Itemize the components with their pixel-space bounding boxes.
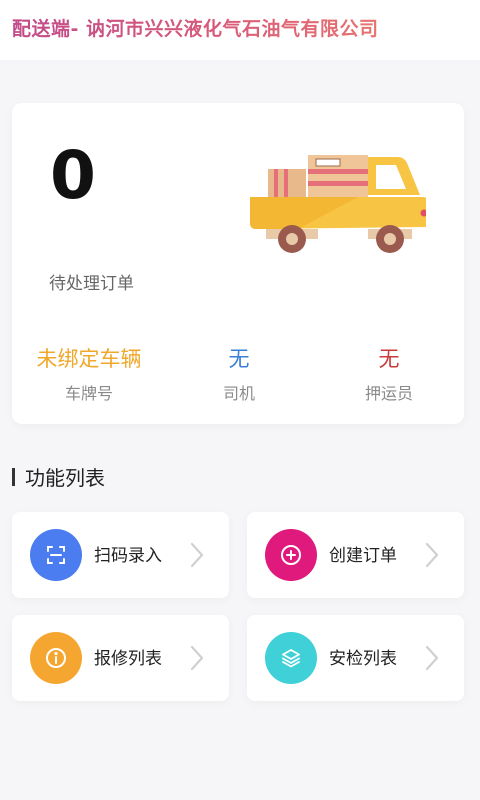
driver-label: 司机 xyxy=(222,384,255,404)
scan-entry-label: 扫码录入 xyxy=(94,546,162,566)
repair-list-label: 报修列表 xyxy=(94,649,162,669)
safety-inspection-list-tile[interactable]: 安检列表 xyxy=(247,615,464,701)
pending-order-label: 待处理订单 xyxy=(49,274,134,294)
app-header: 配送端- 讷河市兴兴液化气石油气有限公司 xyxy=(0,0,480,60)
chevron-right-icon xyxy=(425,542,439,568)
plus-circle-icon xyxy=(265,529,317,581)
create-order-tile[interactable]: 创建订单 xyxy=(247,512,464,598)
chevron-right-icon xyxy=(425,645,439,671)
vehicle-stat: 未绑定车辆 车牌号 xyxy=(14,347,164,404)
truck-illustration xyxy=(250,155,426,253)
summary-card: 0 待处理订单 未绑定车辆 车牌号 无 司机 无 押运员 xyxy=(12,103,464,424)
section-bar-decoration xyxy=(12,467,15,486)
scan-entry-tile[interactable]: 扫码录入 xyxy=(12,512,229,598)
escort-value: 无 xyxy=(378,347,400,371)
scan-icon xyxy=(30,529,82,581)
chevron-right-icon xyxy=(190,645,204,671)
pending-order-count: 0 xyxy=(50,137,96,214)
function-list-heading: 功能列表 xyxy=(12,462,105,491)
escort-stat: 无 押运员 xyxy=(314,347,464,404)
create-order-label: 创建订单 xyxy=(329,546,397,566)
layers-icon xyxy=(265,632,317,684)
chevron-right-icon xyxy=(190,542,204,568)
driver-value: 无 xyxy=(228,347,250,371)
driver-stat: 无 司机 xyxy=(164,347,314,404)
function-list-title: 功能列表 xyxy=(25,466,105,490)
info-icon xyxy=(30,632,82,684)
page-title: 配送端- 讷河市兴兴液化气石油气有限公司 xyxy=(12,14,379,41)
vehicle-plate-label: 车牌号 xyxy=(64,384,113,404)
repair-list-tile[interactable]: 报修列表 xyxy=(12,615,229,701)
vehicle-plate-value: 未绑定车辆 xyxy=(36,347,142,371)
escort-label: 押运员 xyxy=(364,384,413,404)
safety-inspection-list-label: 安检列表 xyxy=(329,649,397,669)
